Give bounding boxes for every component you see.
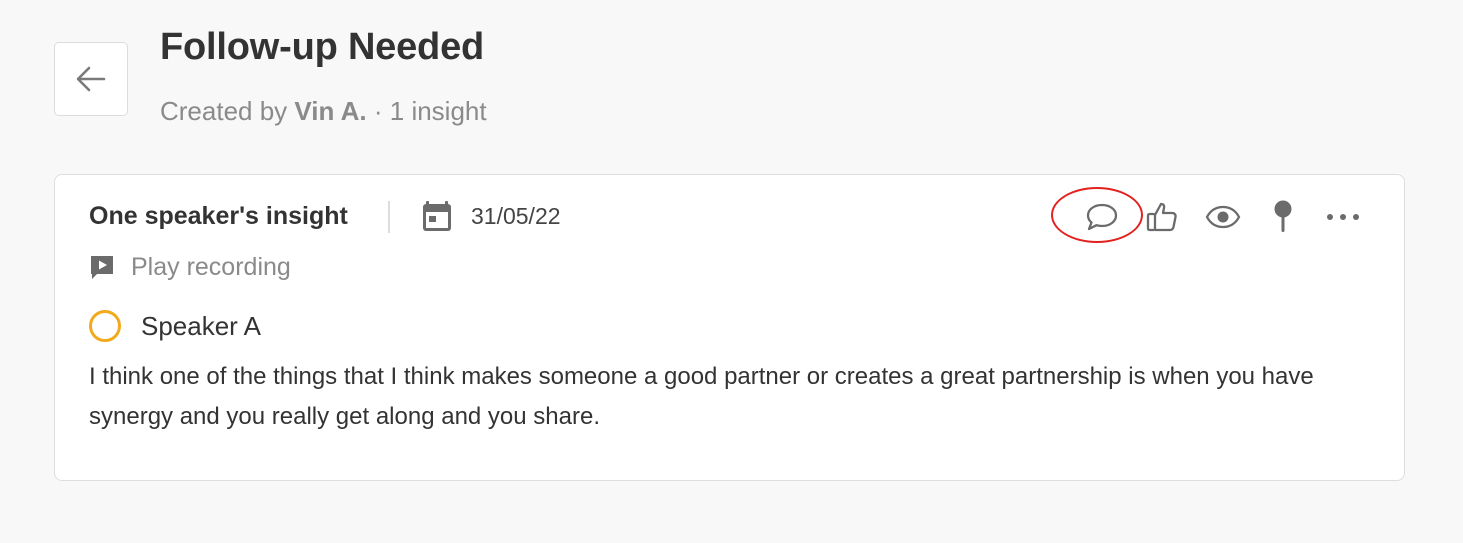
comment-icon [1086,203,1118,231]
created-by-prefix: Created by [160,96,295,126]
play-recording-link[interactable]: Play recording [89,251,291,283]
like-button[interactable] [1142,197,1182,237]
pin-button[interactable] [1263,197,1303,237]
insight-type: One speaker's insight [89,202,348,230]
pin-icon [1274,200,1292,232]
author-name: Vin A. [294,96,367,126]
subtitle-separator: · [366,96,390,126]
page: Follow-up Needed Created by Vin A. · 1 i… [0,0,1463,543]
page-subtitle: Created by Vin A. · 1 insight [160,96,487,127]
arrow-left-icon [76,66,106,92]
comment-button[interactable] [1082,197,1122,237]
insight-date: 31/05/22 [471,203,561,229]
view-button[interactable] [1203,197,1243,237]
play-recording-label: Play recording [131,252,291,281]
more-icon [1327,214,1359,220]
speaker: Speaker A [89,307,261,345]
speaker-avatar [89,310,121,342]
insight-card: One speaker's insight 31/05/22 Play reco… [54,174,1405,481]
page-title: Follow-up Needed [160,26,485,68]
back-button[interactable] [54,42,128,116]
header-divider [388,201,390,233]
speaker-name: Speaker A [141,310,261,341]
transcript-text: I think one of the things that I think m… [89,363,1314,430]
video-comment-icon [91,256,113,279]
eye-icon [1205,205,1241,229]
insight-count: 1 insight [389,96,487,126]
more-button[interactable] [1323,197,1363,237]
calendar-icon [423,201,451,231]
thumbs-up-icon [1146,202,1177,232]
